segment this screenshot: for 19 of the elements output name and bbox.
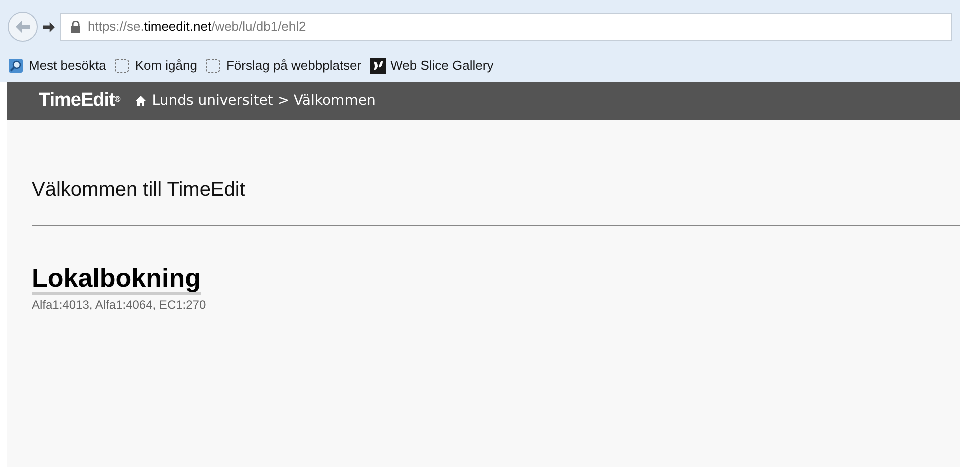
page-icon [205,58,222,74]
forward-arrow-icon [43,22,55,32]
lock-icon [71,21,81,33]
back-arrow-icon [16,21,30,33]
butterfly-icon [370,58,386,74]
home-icon[interactable] [136,96,146,106]
bookmark-item[interactable]: Mest besökta [8,56,108,76]
section-title[interactable]: Lokalbokning [32,264,201,295]
bookmark-item[interactable]: Kom igång [114,56,200,76]
logo: TimeEdit$^{®}$ [39,88,120,113]
bookmark-item[interactable]: Förslag på webbplatser [205,56,364,76]
search-icon [8,58,24,74]
url-text: https://se.timeedit.net/web/lu/db1/ehl2 [88,18,306,36]
page-title: Välkommen till TimeEdit [32,178,246,203]
bookmark-item[interactable]: Web Slice Gallery [370,56,496,76]
page-icon [114,58,130,74]
address-field[interactable]: https://se.timeedit.net/web/lu/db1/ehl2 [60,13,952,41]
section-subtitle: Alfa1:4013, Alfa1:4064, EC1:270 [32,297,206,314]
breadcrumb: Lunds universitet > Välkommen [152,92,376,110]
